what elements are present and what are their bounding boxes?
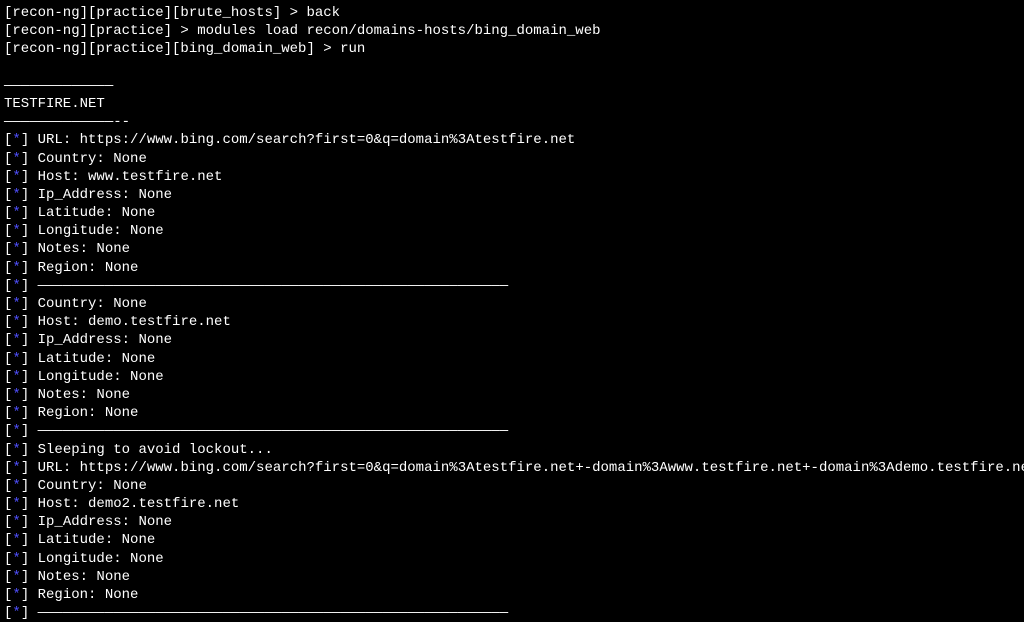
output-row-region: [*] Region: None — [4, 404, 1020, 422]
output-row-host: [*] Host: demo2.testfire.net — [4, 495, 1020, 513]
region-value: Region: None — [38, 260, 139, 276]
region-value: Region: None — [38, 587, 139, 603]
star-icon: * — [12, 260, 20, 276]
divider-row: [*] ————————————————————————————————————… — [4, 422, 1020, 440]
output-row-region: [*] Region: None — [4, 586, 1020, 604]
host-value: Host: demo.testfire.net — [38, 314, 231, 330]
longitude-value: Longitude: None — [38, 223, 164, 239]
star-icon: * — [12, 478, 20, 494]
prompt-line-3: [recon-ng][practice][bing_domain_web] > … — [4, 40, 1020, 58]
star-icon: * — [12, 423, 20, 439]
star-icon: * — [12, 532, 20, 548]
prompt-prefix: [recon-ng][practice][bing_domain_web] > — [4, 41, 340, 57]
url-value: URL: https://www.bing.com/search?first=0… — [38, 460, 1024, 476]
star-icon: * — [12, 387, 20, 403]
star-icon: * — [12, 278, 20, 294]
output-row-region: [*] Region: None — [4, 259, 1020, 277]
output-row-sleeping: [*] Sleeping to avoid lockout... — [4, 441, 1020, 459]
output-row-lon: [*] Longitude: None — [4, 222, 1020, 240]
star-icon: * — [12, 241, 20, 257]
star-icon: * — [12, 496, 20, 512]
longitude-value: Longitude: None — [38, 369, 164, 385]
output-row-ip: [*] Ip_Address: None — [4, 186, 1020, 204]
latitude-value: Latitude: None — [38, 205, 156, 221]
sleeping-text: Sleeping to avoid lockout... — [38, 442, 273, 458]
notes-value: Notes: None — [38, 569, 130, 585]
star-icon: * — [12, 332, 20, 348]
domain-header: TESTFIRE.NET — [4, 95, 1020, 113]
star-icon: * — [12, 223, 20, 239]
prompt-prefix: [recon-ng][practice] > — [4, 23, 197, 39]
header-dashes-top: ————————————— — [4, 77, 1020, 95]
output-row-lon: [*] Longitude: None — [4, 550, 1020, 568]
output-row-ip: [*] Ip_Address: None — [4, 513, 1020, 531]
output-row-host: [*] Host: demo.testfire.net — [4, 313, 1020, 331]
divider-row: [*] ————————————————————————————————————… — [4, 277, 1020, 295]
header-dashes-bottom: —————————————-- — [4, 113, 1020, 131]
prompt-prefix: [recon-ng][practice][brute_hosts] > — [4, 5, 306, 21]
star-icon: * — [12, 351, 20, 367]
ip-value: Ip_Address: None — [38, 514, 172, 530]
url-value: URL: https://www.bing.com/search?first=0… — [38, 132, 576, 148]
region-value: Region: None — [38, 405, 139, 421]
country-value: Country: None — [38, 296, 147, 312]
command-text: back — [306, 5, 340, 21]
output-row-host: [*] Host: www.testfire.net — [4, 168, 1020, 186]
country-value: Country: None — [38, 478, 147, 494]
ip-value: Ip_Address: None — [38, 187, 172, 203]
host-value: Host: demo2.testfire.net — [38, 496, 240, 512]
star-icon: * — [12, 369, 20, 385]
output-row-notes: [*] Notes: None — [4, 386, 1020, 404]
output-row-lat: [*] Latitude: None — [4, 204, 1020, 222]
star-icon: * — [12, 187, 20, 203]
star-icon: * — [12, 442, 20, 458]
country-value: Country: None — [38, 151, 147, 167]
star-icon: * — [12, 405, 20, 421]
command-text: run — [340, 41, 365, 57]
notes-value: Notes: None — [38, 241, 130, 257]
star-icon: * — [12, 587, 20, 603]
divider-line: ————————————————————————————————————————… — [38, 423, 508, 439]
output-row-ip: [*] Ip_Address: None — [4, 331, 1020, 349]
ip-value: Ip_Address: None — [38, 332, 172, 348]
output-row-url: [*] URL: https://www.bing.com/search?fir… — [4, 459, 1020, 477]
star-icon: * — [12, 132, 20, 148]
star-icon: * — [12, 169, 20, 185]
output-row-lon: [*] Longitude: None — [4, 368, 1020, 386]
latitude-value: Latitude: None — [38, 532, 156, 548]
blank-line — [4, 59, 1020, 77]
prompt-line-2: [recon-ng][practice] > modules load reco… — [4, 22, 1020, 40]
output-row-lat: [*] Latitude: None — [4, 531, 1020, 549]
output-row-country: [*] Country: None — [4, 477, 1020, 495]
terminal-output: [recon-ng][practice][brute_hosts] > back… — [4, 4, 1020, 622]
star-icon: * — [12, 205, 20, 221]
divider-row: [*] ————————————————————————————————————… — [4, 604, 1020, 622]
output-row-url: [*] URL: https://www.bing.com/search?fir… — [4, 131, 1020, 149]
output-row-lat: [*] Latitude: None — [4, 350, 1020, 368]
latitude-value: Latitude: None — [38, 351, 156, 367]
command-text: modules load recon/domains-hosts/bing_do… — [197, 23, 600, 39]
output-row-notes: [*] Notes: None — [4, 240, 1020, 258]
host-value: Host: www.testfire.net — [38, 169, 223, 185]
longitude-value: Longitude: None — [38, 551, 164, 567]
star-icon: * — [12, 314, 20, 330]
star-icon: * — [12, 296, 20, 312]
notes-value: Notes: None — [38, 387, 130, 403]
divider-line: ————————————————————————————————————————… — [38, 278, 508, 294]
output-row-country: [*] Country: None — [4, 295, 1020, 313]
prompt-line-1: [recon-ng][practice][brute_hosts] > back — [4, 4, 1020, 22]
star-icon: * — [12, 551, 20, 567]
output-row-notes: [*] Notes: None — [4, 568, 1020, 586]
output-row-country: [*] Country: None — [4, 150, 1020, 168]
star-icon: * — [12, 569, 20, 585]
star-icon: * — [12, 514, 20, 530]
star-icon: * — [12, 151, 20, 167]
star-icon: * — [12, 460, 20, 476]
